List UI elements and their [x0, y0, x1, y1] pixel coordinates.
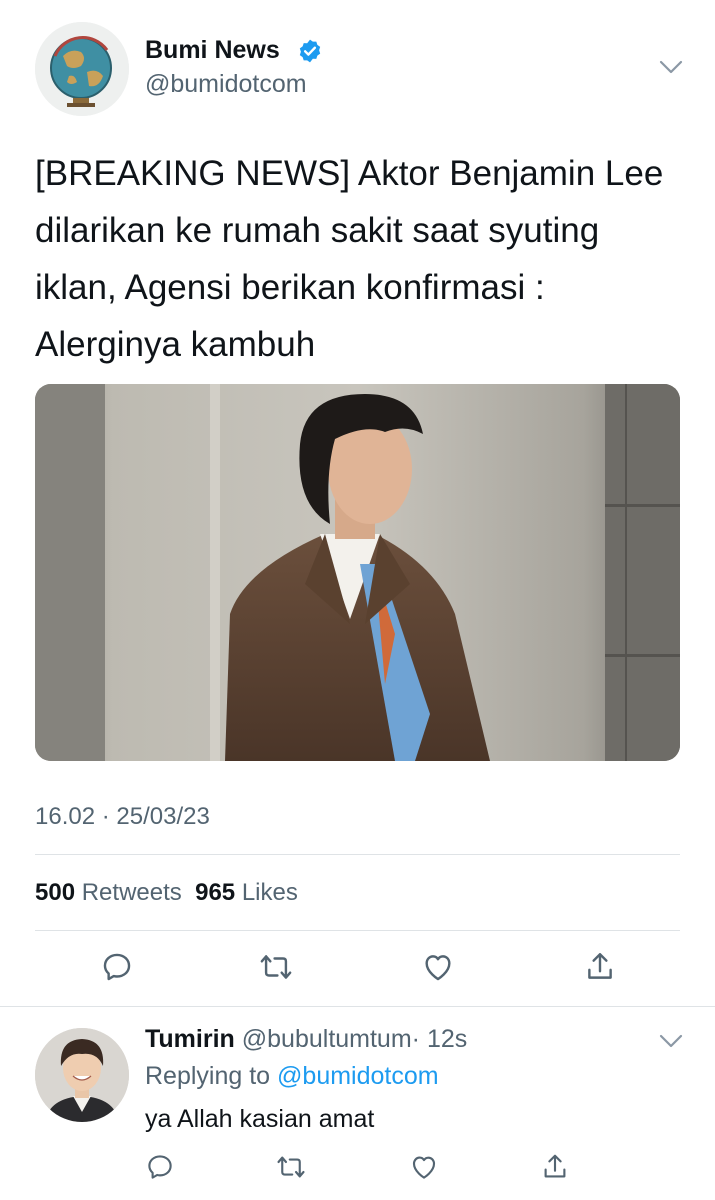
photo-image — [35, 384, 680, 761]
share-icon — [544, 1154, 566, 1178]
retweets-count[interactable]: 500 — [35, 879, 75, 906]
chevron-down-icon[interactable] — [658, 58, 684, 76]
reply-button[interactable] — [100, 950, 134, 984]
retweet-icon — [277, 1156, 305, 1178]
reply-author-avatar[interactable] — [35, 1028, 129, 1122]
chevron-down-icon[interactable] — [658, 1032, 684, 1050]
tweet-timestamp[interactable]: 16.02 · 25/03/23 — [35, 803, 210, 831]
reply-author-line: Tumirin @bubultumtum· 12s — [145, 1025, 467, 1054]
divider — [35, 930, 680, 931]
globe-logo-icon — [35, 22, 129, 116]
like-button[interactable] — [421, 950, 455, 984]
replying-to-label: Replying to — [145, 1062, 271, 1090]
divider — [35, 854, 680, 855]
reply-icon — [103, 953, 131, 981]
reply-icon — [148, 1155, 172, 1179]
reply-time[interactable]: · 12s — [412, 1025, 468, 1053]
replying-to-line: Replying to @bumidotcom — [145, 1062, 439, 1091]
reply-author-handle[interactable]: @bubultumtum — [242, 1025, 412, 1053]
tweet-photo[interactable] — [35, 384, 680, 761]
author-avatar[interactable] — [35, 22, 129, 116]
like-icon — [412, 1156, 436, 1179]
avatar-photo — [35, 1028, 129, 1122]
likes-count[interactable]: 965 — [195, 879, 235, 906]
retweet-icon — [260, 955, 292, 979]
verified-badge-icon — [297, 38, 323, 64]
retweets-label[interactable]: Retweets — [82, 879, 182, 906]
reply-share-button[interactable] — [540, 1152, 570, 1182]
likes-label[interactable]: Likes — [242, 879, 298, 906]
reply-like-button[interactable] — [409, 1152, 439, 1182]
tweet-stats: 500 Retweets 965 Likes — [35, 879, 298, 907]
tweet-text: [BREAKING NEWS] Aktor Benjamin Lee dilar… — [35, 154, 664, 364]
retweet-button[interactable] — [259, 950, 293, 984]
reply-author-display-name[interactable]: Tumirin — [145, 1025, 235, 1053]
reply-retweet-button[interactable] — [276, 1152, 306, 1182]
author-handle[interactable]: @bumidotcom — [145, 70, 307, 99]
author-display-name[interactable]: Bumi News — [145, 36, 280, 65]
reply-reply-button[interactable] — [145, 1152, 175, 1182]
reply-text: ya Allah kasian amat — [145, 1105, 375, 1133]
share-button[interactable] — [583, 950, 617, 984]
replying-to-mention[interactable]: @bumidotcom — [277, 1062, 439, 1090]
section-divider — [0, 1006, 715, 1007]
share-icon — [588, 953, 612, 979]
like-icon — [425, 955, 451, 981]
